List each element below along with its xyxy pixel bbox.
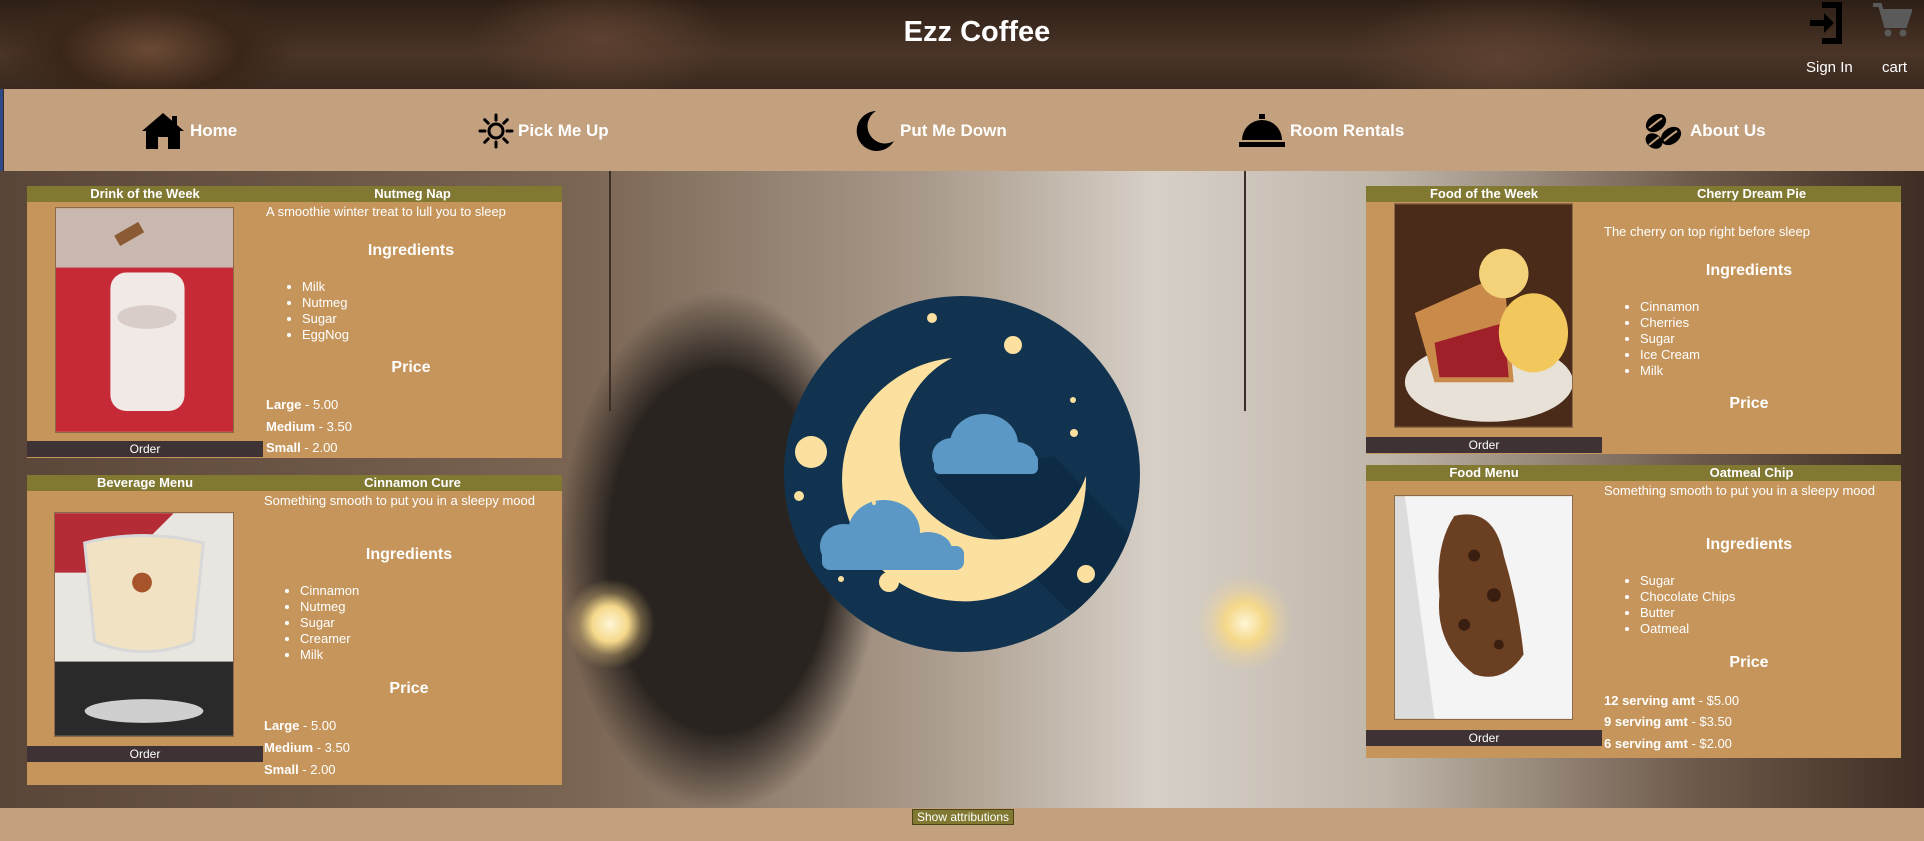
cinnamon-cure-photo — [54, 512, 234, 737]
order-button[interactable]: Order — [1366, 730, 1602, 746]
card-header: Food of the Week Cherry Dream Pie — [1366, 186, 1901, 202]
ingredient-item: Sugar — [1640, 331, 1700, 347]
ingredient-item: Cinnamon — [1640, 299, 1700, 315]
sign-in-link[interactable]: Sign In — [1806, 59, 1853, 76]
card-description: The cherry on top right before sleep — [1604, 224, 1810, 239]
price-heading: Price — [389, 680, 429, 697]
home-icon — [142, 113, 184, 149]
ingredient-item: Nutmeg — [302, 295, 349, 311]
ingredient-item: EggNog — [302, 327, 349, 343]
card-section-label: Food of the Week — [1429, 186, 1539, 201]
card-header: Drink of the Week Nutmeg Nap — [27, 186, 562, 202]
card-item-name: Nutmeg Nap — [374, 186, 451, 201]
ingredients-list: Cinnamon Cherries Sugar Ice Cream Milk — [1622, 299, 1700, 379]
order-button[interactable]: Order — [27, 441, 263, 457]
drink-of-week-card: Drink of the Week Nutmeg Nap Order A smo… — [27, 186, 562, 458]
nutmeg-nap-photo — [55, 207, 234, 433]
card-description: A smoothie winter treat to lull you to s… — [266, 204, 506, 219]
ingredients-heading: Ingredients — [367, 242, 455, 259]
card-header: Beverage Menu Cinnamon Cure — [27, 475, 562, 491]
show-attributions-button[interactable]: Show attributions — [912, 809, 1015, 825]
ingredient-item: Sugar — [1640, 573, 1735, 589]
card-description: Something smooth to put you in a sleepy … — [1604, 483, 1875, 498]
ingredients-heading: Ingredients — [1705, 262, 1793, 279]
price-row: Small - 2.00 — [266, 440, 338, 455]
ingredient-item: Sugar — [300, 615, 359, 631]
lamp-cord — [609, 171, 611, 411]
nav-home[interactable]: Home — [140, 111, 237, 151]
card-item-name: Oatmeal Chip — [1709, 465, 1794, 480]
ingredient-item: Chocolate Chips — [1640, 589, 1735, 605]
sun-icon — [478, 113, 514, 149]
nav-pick-me-up-label: Pick Me Up — [518, 121, 609, 140]
card-header: Food Menu Oatmeal Chip — [1366, 465, 1901, 481]
ingredients-list: Sugar Chocolate Chips Butter Oatmeal — [1622, 573, 1735, 637]
ingredient-item: Cinnamon — [300, 583, 359, 599]
price-row: Large - 5.00 — [266, 397, 339, 412]
oatmeal-chip-photo — [1394, 495, 1573, 720]
card-section-label: Beverage Menu — [96, 475, 194, 490]
price-heading: Price — [1729, 654, 1769, 671]
food-of-week-card: Food of the Week Cherry Dream Pie Order … — [1366, 186, 1901, 454]
nav-about-us[interactable]: About Us — [1640, 111, 1766, 151]
site-header: Ezz Coffee Sign In cart — [0, 0, 1924, 89]
price-row: Medium - 3.50 — [264, 740, 350, 755]
card-item-name: Cinnamon Cure — [364, 475, 461, 490]
main-nav: Home Pick Me Up Put Me Down Room Rentals — [4, 89, 1924, 171]
price-row: Medium - 3.50 — [266, 419, 352, 434]
ingredient-item: Sugar — [302, 311, 349, 327]
card-item-name: Cherry Dream Pie — [1696, 186, 1807, 201]
ingredient-item: Butter — [1640, 605, 1735, 621]
price-row: 9 serving amt - $3.50 — [1604, 714, 1732, 729]
cart-icon[interactable] — [1872, 2, 1912, 38]
coffee-beans-icon — [1645, 113, 1682, 149]
nav-room-rentals[interactable]: Room Rentals — [1238, 111, 1404, 151]
card-section-label: Food Menu — [1449, 465, 1519, 480]
ingredient-item: Ice Cream — [1640, 347, 1700, 363]
price-row: 6 serving amt - $2.00 — [1604, 736, 1732, 751]
card-description: Something smooth to put you in a sleepy … — [264, 493, 535, 508]
ingredients-list: Milk Nutmeg Sugar EggNog — [284, 279, 349, 343]
cart-link[interactable]: cart — [1882, 59, 1907, 76]
night-moon-illustration — [784, 296, 1140, 652]
price-row: Small - 2.00 — [264, 762, 336, 777]
ingredient-item: Milk — [302, 279, 349, 295]
ingredient-item: Nutmeg — [300, 599, 359, 615]
price-row: 12 serving amt - $5.00 — [1604, 693, 1740, 708]
site-title: Ezz Coffee — [903, 16, 1051, 48]
card-section-label: Drink of the Week — [90, 186, 200, 201]
moon-icon — [856, 111, 894, 151]
lamp-cord — [1244, 171, 1246, 411]
food-menu-card: Food Menu Oatmeal Chip Order Something s… — [1366, 465, 1901, 758]
price-row: Large - 5.00 — [264, 718, 337, 733]
price-heading: Price — [1729, 395, 1769, 412]
beverage-menu-card: Beverage Menu Cinnamon Cure Order Someth… — [27, 475, 562, 785]
sign-in-icon[interactable] — [1808, 0, 1846, 46]
nav-put-me-down[interactable]: Put Me Down — [852, 111, 1007, 151]
service-bell-icon — [1239, 114, 1285, 147]
nav-room-rentals-label: Room Rentals — [1290, 121, 1405, 140]
ingredients-heading: Ingredients — [365, 546, 453, 563]
order-button[interactable]: Order — [1366, 437, 1602, 453]
nav-put-me-down-label: Put Me Down — [900, 121, 1007, 140]
ingredient-item: Milk — [300, 647, 359, 663]
nav-about-us-label: About Us — [1690, 121, 1766, 140]
price-heading: Price — [391, 359, 431, 376]
cherry-dream-pie-photo — [1394, 203, 1573, 428]
ingredient-item: Milk — [1640, 363, 1700, 379]
order-button[interactable]: Order — [27, 746, 263, 762]
ingredient-item: Oatmeal — [1640, 621, 1735, 637]
ingredient-item: Cherries — [1640, 315, 1700, 331]
ingredients-list: Cinnamon Nutmeg Sugar Creamer Milk — [282, 583, 359, 663]
nav-pick-me-up[interactable]: Pick Me Up — [478, 111, 609, 151]
nav-home-label: Home — [190, 121, 238, 140]
ingredient-item: Creamer — [300, 631, 359, 647]
ingredients-heading: Ingredients — [1705, 536, 1793, 553]
